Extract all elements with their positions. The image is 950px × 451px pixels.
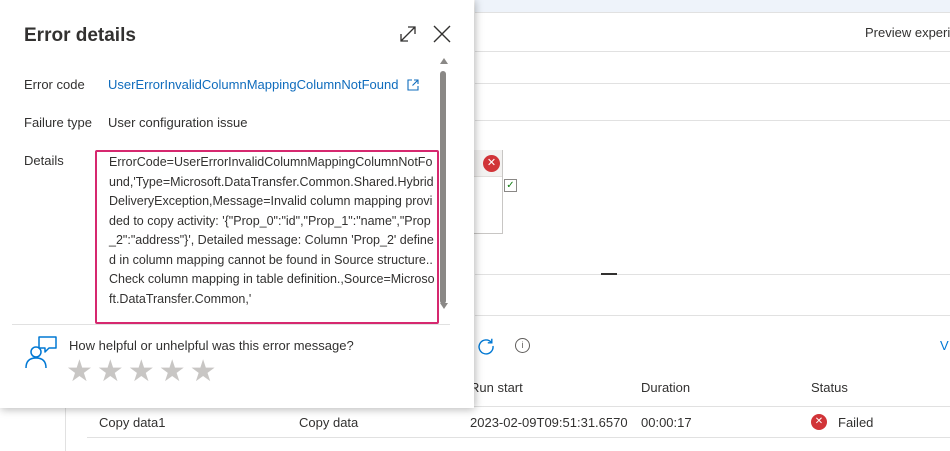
column-header-duration[interactable]: Duration [641,380,690,395]
star-icon[interactable]: ★ [190,356,217,388]
details-text: ErrorCode=UserErrorInvalidColumnMappingC… [109,155,435,306]
divider [475,51,950,52]
error-circle-icon: ✕ [811,414,827,430]
cell-run-start: 2023-02-09T09:51:31.6570 [470,415,628,430]
star-icon[interactable]: ★ [97,356,124,388]
panel-scrollbar[interactable] [438,58,448,314]
cell-status: Failed [838,415,874,430]
table-row-divider [87,437,950,438]
close-icon[interactable] [432,24,452,44]
scroll-thumb[interactable] [440,71,446,304]
checkmark-icon: ✓ [504,179,517,192]
star-icon[interactable]: ★ [66,356,93,388]
cell-activity-name[interactable]: Copy data1 [99,415,166,430]
feedback-question: How helpful or unhelpful was this error … [69,338,354,353]
error-circle-icon: ✕ [483,155,500,172]
scroll-down-arrow[interactable] [440,303,448,309]
error-code-link[interactable]: UserErrorInvalidColumnMappingColumnNotFo… [108,77,419,92]
divider [475,315,950,316]
cell-activity-type: Copy data [299,415,359,430]
star-icon[interactable]: ★ [128,356,155,388]
cell-duration: 00:00:17 [641,415,692,430]
external-link-icon[interactable] [407,79,419,91]
column-header-status[interactable]: Status [811,380,848,395]
view-link[interactable]: V [940,338,949,353]
failure-type-value: User configuration issue [108,115,248,130]
expand-icon[interactable] [398,24,418,44]
divider [475,274,950,275]
refresh-icon[interactable] [476,336,496,356]
error-code-value[interactable]: UserErrorInvalidColumnMappingColumnNotFo… [108,77,398,92]
details-text-box[interactable]: ErrorCode=UserErrorInvalidColumnMappingC… [95,150,439,324]
column-header-run-start[interactable]: Run start [470,380,523,395]
divider [475,120,950,121]
panel-title: Error details [24,25,136,46]
top-banner-strip [475,0,950,13]
info-icon[interactable]: i [515,338,530,353]
canvas-resize-handle[interactable] [601,273,617,275]
scroll-up-arrow[interactable] [440,58,448,64]
details-label: Details [24,153,64,168]
preview-experience-toggle-label[interactable]: Preview experi [865,25,950,40]
error-details-panel: Error details Error code UserErrorInvali… [0,0,474,408]
divider [475,83,950,84]
star-icon[interactable]: ★ [159,356,186,388]
left-rail-divider [65,406,66,451]
error-code-label: Error code [24,77,85,92]
star-rating[interactable]: ★ ★ ★ ★ ★ [66,356,217,388]
divider [12,324,450,325]
feedback-person-icon [25,336,57,369]
failure-type-label: Failure type [24,115,92,130]
